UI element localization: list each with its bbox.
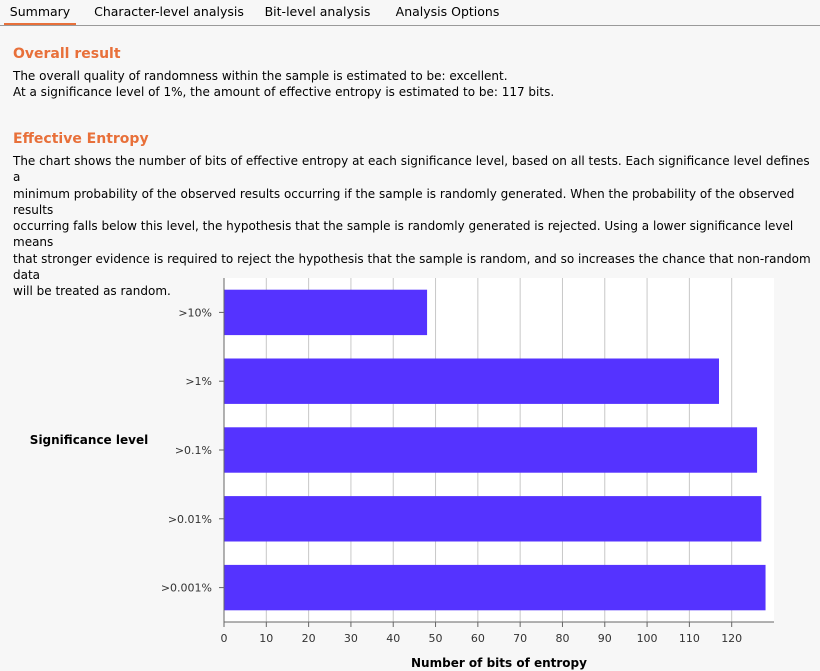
x-tick-label: 90 [598,632,612,645]
x-tick-label: 30 [344,632,358,645]
y-tick-label: >1% [185,375,212,388]
entropy-bar-chart: 0 10 20 30 40 50 60 70 80 90 100 110 120 >10% >1% >0.1%… [30,278,774,670]
x-tick-label: 10 [259,632,273,645]
y-axis-label: Significance level [30,433,148,447]
y-tick-label: >0.01% [168,513,212,526]
bar [224,427,758,473]
bar [224,358,719,404]
bar [224,564,766,611]
y-tick-label: >0.001% [161,582,212,595]
x-axis-label: Number of bits of entropy [411,656,587,670]
x-tick-label: 70 [513,632,527,645]
x-tick-label: 0 [221,632,228,645]
bar [224,289,428,336]
x-tick-label: 40 [386,632,400,645]
x-tick-label: 20 [302,632,316,645]
y-tick-label: >0.1% [175,444,212,457]
y-tick-label: >10% [178,306,212,319]
x-tick-label: 60 [471,632,485,645]
x-tick-label: 100 [637,632,658,645]
x-tick-label: 110 [679,632,700,645]
bar [224,496,762,542]
x-tick-label: 80 [555,632,569,645]
x-tick-label: 120 [721,632,742,645]
x-tick-label: 50 [429,632,443,645]
